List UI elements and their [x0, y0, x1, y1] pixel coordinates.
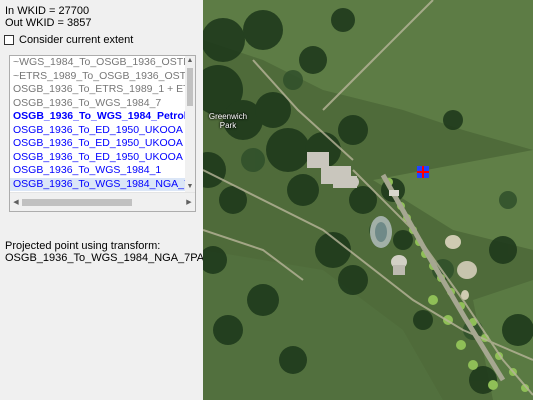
place-label-line1: Greenwich — [208, 112, 248, 121]
consider-extent-checkbox-row[interactable]: Consider current extent — [4, 34, 133, 46]
transform-list-item[interactable]: OSGB_1936_To_ED_1950_UKOOA + ED_1950_To_ — [10, 151, 195, 165]
result-transform-name: OSGB_1936_To_WGS_1984_NGA_7PAR — [5, 252, 213, 264]
transform-list-item[interactable]: OSGB_1936_To_ED_1950_UKOOA + ED_1950_To_ — [10, 124, 195, 138]
transform-list-item[interactable]: ~ETRS_1989_To_OSGB_1936_OSTN15 + ETRS_19 — [10, 70, 195, 84]
transform-list-item[interactable]: OSGB_1936_To_WGS_1984_1 — [10, 164, 195, 178]
transform-list-item[interactable]: OSGB_1936_To_WGS_1984_7 — [10, 97, 195, 111]
options-panel: In WKID = 27700 Out WKID = 3857 Consider… — [0, 0, 212, 400]
transform-list-item[interactable]: OSGB_1936_To_WGS_1984_Petroleum — [10, 110, 195, 124]
out-wkid-text: Out WKID = 3857 — [5, 17, 92, 29]
transformations-list[interactable]: ~WGS_1984_To_OSGB_1936_OSTN15 ~ETRS_1989_… — [9, 55, 196, 212]
chevron-right-icon[interactable]: ▶ — [183, 193, 195, 211]
vertical-scrollbar[interactable]: ▲ ▼ — [185, 56, 195, 192]
transform-list-item[interactable]: OSGB_1936_To_WGS_1984_NGA_7PAR — [10, 177, 195, 191]
map-view[interactable]: Greenwich Park — [203, 0, 533, 400]
result-heading: Projected point using transform: — [5, 240, 161, 252]
chevron-down-icon[interactable]: ▼ — [185, 182, 195, 192]
in-wkid-text: In WKID = 27700 — [5, 5, 90, 17]
transform-list-item[interactable]: OSGB_1936_To_ETRS_1989_1 + ETRS_1989_To_… — [10, 83, 195, 97]
chevron-left-icon[interactable]: ◀ — [10, 193, 22, 211]
transform-list-item[interactable]: ~WGS_1984_To_OSGB_1936_OSTN15 — [10, 56, 195, 70]
consider-extent-label[interactable]: Consider current extent — [19, 34, 133, 46]
place-label-line2: Park — [219, 121, 237, 130]
satellite-imagery — [203, 0, 533, 400]
consider-extent-checkbox[interactable] — [4, 35, 14, 45]
point-marker-icon[interactable] — [417, 166, 429, 178]
transformations-list-items: ~WGS_1984_To_OSGB_1936_OSTN15 ~ETRS_1989_… — [10, 56, 195, 203]
horizontal-scrollbar[interactable]: ◀ ▶ — [10, 192, 195, 211]
map-place-label: Greenwich Park — [207, 112, 249, 130]
horizontal-scroll-thumb[interactable] — [22, 199, 132, 206]
transform-list-item[interactable]: OSGB_1936_To_ED_1950_UKOOA + ED_1950_To_ — [10, 137, 195, 151]
chevron-up-icon[interactable]: ▲ — [185, 56, 195, 66]
vertical-scroll-thumb[interactable] — [187, 68, 193, 106]
